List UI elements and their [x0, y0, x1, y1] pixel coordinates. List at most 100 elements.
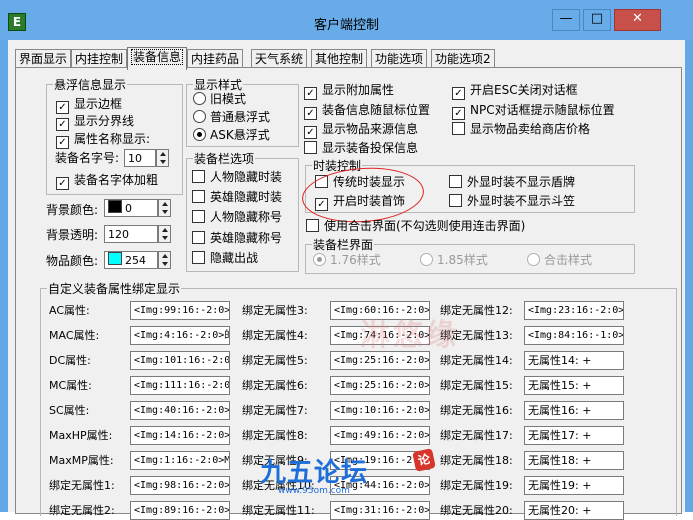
style-old-radio[interactable]: 旧模式	[193, 92, 246, 108]
equip-bar-legend: 装备栏选项	[194, 152, 255, 166]
attr-label: MaxHP属性:	[49, 429, 113, 442]
radio-icon	[527, 253, 540, 266]
attr-value-input[interactable]: <Img:14:16:-2:0>	[130, 426, 230, 445]
bg-color-swatch	[108, 200, 122, 213]
bg-color-spinner[interactable]	[158, 199, 171, 217]
attr-value-input[interactable]: <Img:10:16:-2:0>	[330, 401, 430, 420]
style-ask-float-radio[interactable]: ASK悬浮式	[193, 128, 270, 144]
radio-icon	[193, 92, 206, 105]
font-size-input[interactable]: 10	[124, 149, 156, 167]
combined-ui-checkbox[interactable]: 使用合击界面(不勾选则使用连击界面)	[306, 219, 525, 235]
attr-value-input[interactable]: <Img:40:16:-2:0>	[130, 401, 230, 420]
tab-other-control[interactable]: 其他控制	[311, 49, 368, 69]
hide-char-fashion-checkbox[interactable]: 人物隐藏时装	[192, 170, 282, 186]
attr-value-input[interactable]: <Img:101:16:-2:0	[130, 351, 230, 370]
attr-label: 绑定无属性14:	[440, 354, 513, 367]
bg-alpha-input[interactable]: 120	[104, 225, 158, 243]
attr-value-input[interactable]: <Img:23:16:-2:0>	[524, 301, 624, 320]
attr-label: 绑定无属性15:	[440, 379, 513, 392]
radio-icon	[420, 253, 433, 266]
display-style-legend: 显示样式	[194, 78, 243, 92]
watermark-url: www.95om.com	[278, 486, 350, 496]
attr-value-input[interactable]: <Img:111:16:-2:0	[130, 376, 230, 395]
attr-value-input[interactable]: 无属性20: +	[524, 501, 624, 520]
checkbox-icon: ✓	[304, 126, 317, 139]
attr-label: 绑定无属性8:	[242, 429, 308, 442]
attr-label: 绑定无属性19:	[440, 479, 513, 492]
bar-style-combined-radio[interactable]: 合击样式	[527, 253, 592, 269]
checkbox-icon	[449, 175, 462, 188]
hide-hero-fashion-checkbox[interactable]: 英雄隐藏时装	[192, 190, 282, 206]
tab-function-options-2[interactable]: 功能选项2	[431, 49, 495, 69]
close-button[interactable]: ✕	[614, 9, 661, 31]
npc-follow-mouse-checkbox[interactable]: ✓ NPC对话框提示随鼠标位置	[452, 103, 615, 120]
bar-ui-legend: 装备栏界面	[313, 238, 374, 252]
bg-color-input[interactable]: 0	[104, 199, 158, 217]
hide-shield-checkbox[interactable]: 外显时装不显示盾牌	[449, 175, 575, 191]
show-extra-attr-checkbox[interactable]: ✓ 显示附加属性	[304, 83, 394, 100]
attr-value-input[interactable]: <Img:4:16:-2:0>的	[130, 326, 230, 345]
attr-name-show-checkbox[interactable]: ✓ 属性名称显示:	[56, 132, 150, 149]
tab-plugin-potion[interactable]: 内挂药品	[187, 49, 244, 69]
checkbox-icon: ✓	[56, 136, 69, 149]
tab-interface-display[interactable]: 界面显示	[15, 49, 72, 69]
checkbox-icon: ✓	[452, 87, 465, 100]
watermark-tag: 论	[412, 448, 436, 472]
item-color-input[interactable]: 254	[104, 251, 158, 269]
style-normal-float-radio[interactable]: 普通悬浮式	[193, 110, 270, 126]
equip-follow-mouse-checkbox[interactable]: ✓ 装备信息随鼠标位置	[304, 103, 430, 120]
tab-plugin-control[interactable]: 内挂控制	[71, 49, 128, 69]
attr-label: 绑定无属性6:	[242, 379, 308, 392]
font-size-spinner[interactable]	[156, 149, 169, 167]
attr-value-input[interactable]: <Img:84:16:-1:0>	[524, 326, 624, 345]
hide-cloak-checkbox[interactable]: 外显时装不显示斗笠	[449, 194, 575, 210]
tab-equipment-info[interactable]: 装备信息	[127, 47, 188, 70]
attr-label: SC属性:	[49, 404, 90, 417]
attr-label: 绑定无属性4:	[242, 329, 308, 342]
attr-label: MC属性:	[49, 379, 92, 392]
item-color-label: 物品颜色:	[46, 254, 99, 268]
bg-alpha-spinner[interactable]	[158, 225, 171, 243]
attr-value-input[interactable]: <Img:25:16:-2:0>	[330, 376, 430, 395]
attr-value-input[interactable]: <Img:99:16:-2:0>	[130, 301, 230, 320]
attr-value-input[interactable]: 无属性19: +	[524, 476, 624, 495]
show-border-checkbox[interactable]: ✓ 显示边框	[56, 97, 122, 114]
item-color-spinner[interactable]	[158, 251, 171, 269]
minimize-button[interactable]: —	[552, 9, 580, 31]
enable-esc-checkbox[interactable]: ✓ 开启ESC关闭对话框	[452, 83, 578, 100]
attr-value-input[interactable]: <Img:89:16:-2:0>	[130, 501, 230, 520]
tab-function-options[interactable]: 功能选项	[371, 49, 428, 69]
hide-battle-checkbox[interactable]: 隐藏出战	[192, 251, 258, 267]
show-divider-checkbox[interactable]: ✓ 显示分界线	[56, 114, 134, 131]
attr-value-input[interactable]: 无属性16: +	[524, 401, 624, 420]
show-item-source-checkbox[interactable]: ✓ 显示物品来源信息	[304, 122, 418, 139]
checkbox-icon	[452, 122, 465, 135]
show-insured-checkbox[interactable]: 显示装备投保信息	[304, 141, 418, 157]
attr-label: 绑定无属性17:	[440, 429, 513, 442]
attr-label: MaxMP属性:	[49, 454, 114, 467]
attr-label: 绑定无属性3:	[242, 304, 308, 317]
attr-value-input[interactable]: <Img:31:16:-2:0>	[330, 501, 430, 520]
attr-value-input[interactable]: 无属性15: +	[524, 376, 624, 395]
attr-value-input[interactable]: 无属性17: +	[524, 426, 624, 445]
show-sell-price-checkbox[interactable]: 显示物品卖给商店价格	[452, 122, 590, 138]
bg-alpha-label: 背景透明:	[46, 228, 99, 242]
hide-hero-title-checkbox[interactable]: 英雄隐藏称号	[192, 231, 282, 247]
bar-style-185-radio[interactable]: 1.85样式	[420, 253, 488, 269]
attr-value-input[interactable]: 无属性18: +	[524, 451, 624, 470]
attr-value-input[interactable]: <Img:98:16:-2:0>	[130, 476, 230, 495]
hide-char-title-checkbox[interactable]: 人物隐藏称号	[192, 210, 282, 226]
maximize-button[interactable]: □	[583, 9, 611, 31]
title-bar[interactable]: E 客户端控制 — □ ✕	[0, 0, 693, 40]
bar-style-176-radio[interactable]: 1.76样式	[313, 253, 381, 269]
tab-weather[interactable]: 天气系统	[251, 49, 308, 69]
radio-selected-icon	[313, 253, 326, 266]
attr-value-input[interactable]: <Img:49:16:-2:0>	[330, 426, 430, 445]
attr-value-input[interactable]: 无属性14: +	[524, 351, 624, 370]
attr-value-input[interactable]: <Img:1:16:-2:0>M	[130, 451, 230, 470]
radio-selected-icon	[193, 128, 206, 141]
bold-font-checkbox[interactable]: ✓ 装备名字体加粗	[56, 173, 158, 190]
checkbox-icon	[192, 190, 205, 203]
checkbox-icon	[192, 170, 205, 183]
item-color-swatch	[108, 252, 122, 265]
